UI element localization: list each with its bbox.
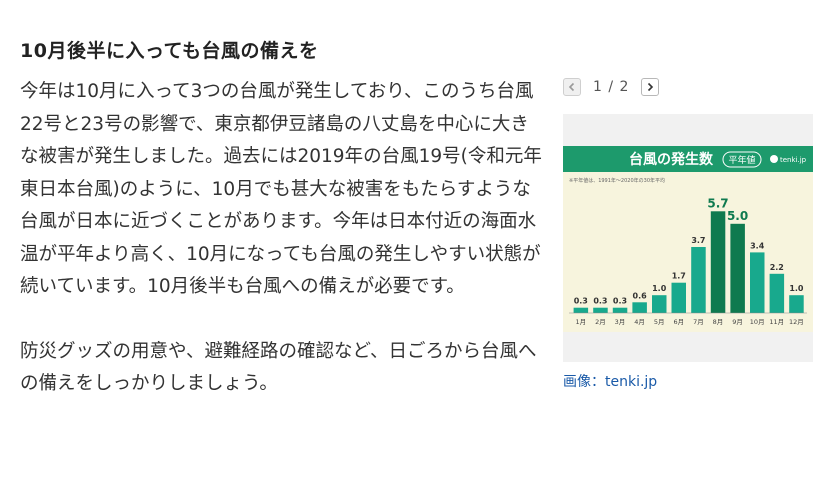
- chart-tick-label: 9月: [732, 318, 743, 326]
- chart-data-label: 1.0: [789, 284, 804, 293]
- chart-bar: [769, 273, 785, 313]
- article-paragraph: 今年は10月に入って3つの台風が発生しており、このうち台風22号と23号の影響で…: [20, 81, 542, 297]
- chart-bar: [632, 302, 647, 313]
- chart-tick-label: 8月: [713, 318, 724, 326]
- chart-brand: tenki.jp: [780, 156, 807, 164]
- article-paragraph: 防災グッズの用意や、避難経路の確認など、日ごろから台風への備えをしっかりしましょ…: [20, 340, 537, 395]
- chart-bar: [573, 307, 589, 313]
- chart-tick-label: 1月: [575, 318, 586, 326]
- chart-bar: [593, 307, 608, 313]
- chart-tick-label: 12月: [789, 318, 804, 326]
- chart-title: 台風の発生数: [629, 151, 714, 168]
- chart-data-label: 2.2: [770, 263, 784, 272]
- chart-tick-label: 11月: [769, 318, 784, 326]
- chart-tick-label: 3月: [615, 318, 626, 326]
- article-body: 今年は10月に入って3つの台風が発生しており、このうち台風22号と23号の影響で…: [20, 76, 545, 401]
- chart-data-label: 1.7: [672, 272, 686, 281]
- chart-bar: [730, 223, 745, 313]
- chart-data-label: 0.3: [574, 297, 588, 306]
- gallery-pager: 1 / 2: [563, 76, 813, 98]
- brand-logo-icon: [770, 155, 778, 163]
- gallery-prev-button[interactable]: [563, 78, 581, 96]
- chart-data-label: 5.7: [707, 196, 728, 210]
- chart-badge: 平年値: [728, 154, 755, 166]
- chevron-right-icon: [648, 82, 654, 92]
- chart-data-label: 3.7: [691, 236, 705, 245]
- chart-tick-label: 10月: [750, 318, 765, 326]
- gallery-counter: 1 / 2: [593, 79, 630, 95]
- chart-data-label: 0.3: [613, 297, 627, 306]
- chart-tick-label: 5月: [654, 318, 665, 326]
- chart-bar: [671, 282, 686, 313]
- chart-data-label: 0.6: [633, 291, 648, 300]
- chart-data-label: 3.4: [750, 241, 765, 250]
- chart-bar: [710, 211, 726, 313]
- chart-tick-label: 4月: [634, 318, 645, 326]
- chart-tick-label: 2月: [595, 318, 606, 326]
- chart-bar: [789, 295, 804, 313]
- chart-tick-label: 7月: [693, 318, 704, 326]
- chart-bar: [750, 252, 765, 313]
- gallery-image[interactable]: 台風の発生数 平年値 tenki.jp ※平年値は、1991年～2020年の30…: [563, 114, 813, 362]
- gallery-next-button[interactable]: [641, 78, 660, 96]
- chart-bar: [691, 247, 706, 313]
- chart-tick-label: 6月: [673, 318, 684, 326]
- chart-data-label: 1.0: [652, 284, 667, 293]
- chart-bar: [652, 295, 667, 313]
- chart-data-label: 5.0: [727, 209, 748, 223]
- image-gallery: 1 / 2 台風の発生数 平年値 tenki.jp ※平年値は、1991年～20…: [563, 76, 813, 391]
- typhoon-chart: 台風の発生数 平年値 tenki.jp ※平年値は、1991年～2020年の30…: [563, 146, 813, 332]
- chart-note: ※平年値は、1991年～2020年の30年平均: [569, 177, 665, 184]
- article-headline: 10月後半に入っても台風の備えを: [20, 40, 319, 62]
- typhoon-chart-svg: 台風の発生数 平年値 tenki.jp ※平年値は、1991年～2020年の30…: [563, 146, 813, 326]
- chevron-left-icon: [568, 82, 575, 92]
- image-caption: 画像：tenki.jp: [563, 374, 658, 390]
- chart-data-label: 0.3: [593, 297, 607, 306]
- chart-bar: [612, 307, 628, 313]
